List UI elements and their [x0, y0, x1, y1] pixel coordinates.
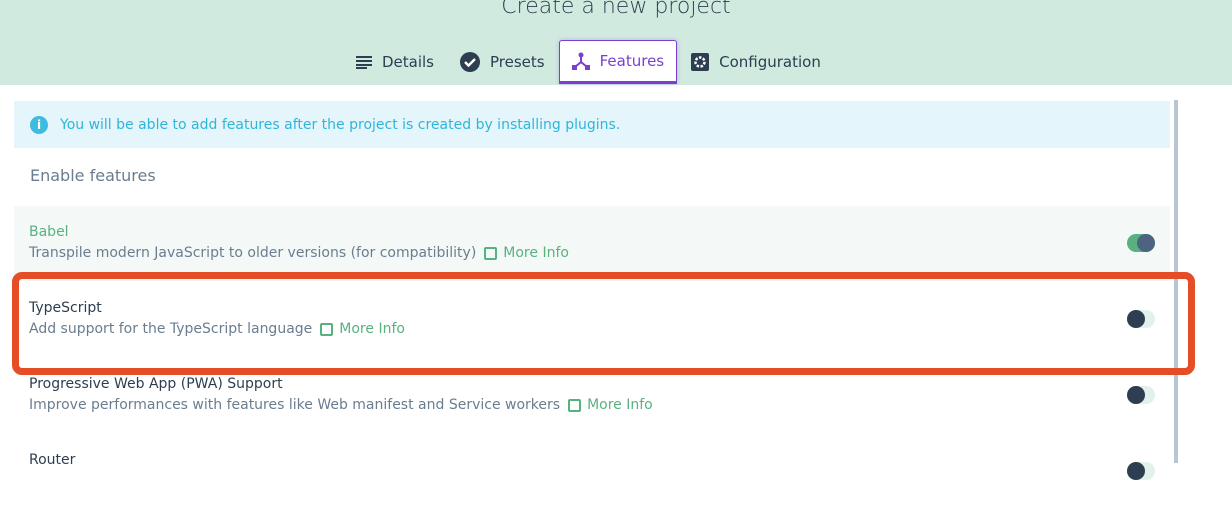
info-text: You will be able to add features after t… [60, 116, 621, 133]
feature-toggle[interactable] [1127, 462, 1155, 480]
check-circle-icon [460, 52, 481, 72]
more-info-link[interactable]: More Info [568, 397, 653, 413]
feature-babel[interactable]: Babel Transpile modern JavaScript to old… [14, 206, 1170, 281]
tab-label: Presets [490, 53, 545, 71]
tab-details[interactable]: Details [344, 40, 446, 84]
highlight-box [12, 272, 1195, 375]
feature-router[interactable]: Router [14, 434, 1170, 509]
tab-features[interactable]: Features [558, 40, 678, 84]
more-info-link[interactable]: More Info [484, 245, 569, 261]
feature-name: Babel [29, 224, 69, 240]
list-icon [356, 56, 372, 69]
section-title: Enable features [30, 166, 156, 185]
link-label: More Info [503, 245, 569, 261]
tab-label: Features [599, 52, 665, 70]
header: Create a new project Details Presets Fea… [0, 0, 1232, 85]
feature-name: Router [29, 452, 76, 468]
feature-name: Progressive Web App (PWA) Support [29, 376, 283, 392]
feature-toggle[interactable] [1127, 386, 1155, 404]
gear-icon [691, 53, 710, 71]
link-label: More Info [587, 397, 653, 413]
info-banner: i You will be able to add features after… [14, 101, 1170, 148]
feature-toggle[interactable] [1127, 234, 1155, 252]
page-title: Create a new project [501, 0, 731, 19]
tab-label: Configuration [719, 53, 821, 71]
tab-presets[interactable]: Presets [448, 40, 557, 84]
feature-description: Transpile modern JavaScript to older ver… [29, 245, 477, 261]
feature-description: Improve performances with features like … [29, 397, 561, 413]
external-link-icon [568, 398, 582, 412]
tab-bar: Details Presets Features Configuration [344, 40, 835, 85]
external-link-icon [484, 246, 498, 260]
tab-configuration[interactable]: Configuration [679, 40, 833, 84]
tab-label: Details [382, 53, 435, 71]
fork-icon [571, 52, 590, 70]
info-icon: i [30, 115, 48, 134]
